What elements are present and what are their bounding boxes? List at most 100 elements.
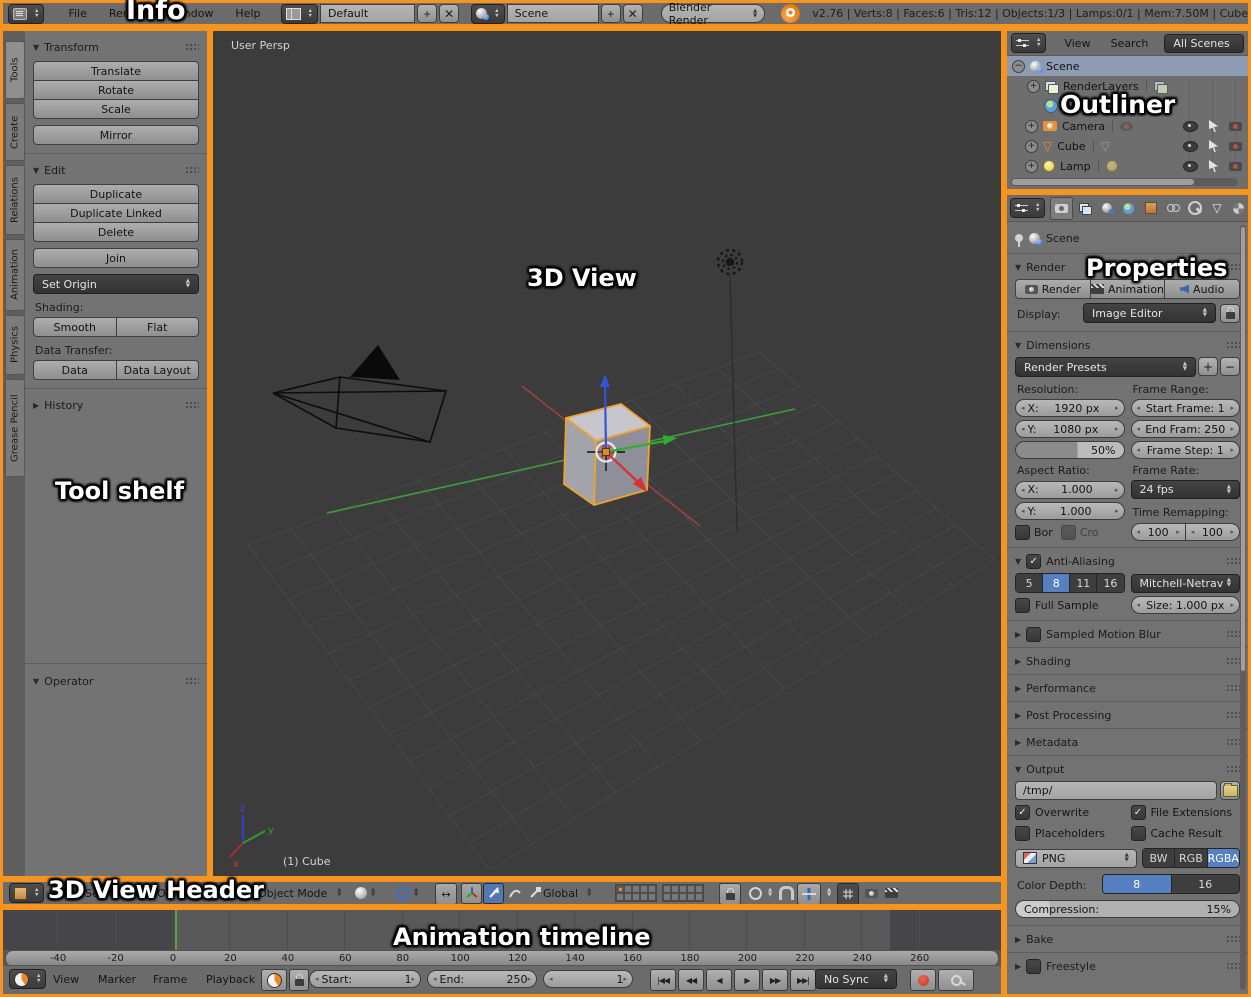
panel-drag-dots-icon[interactable]: [1226, 738, 1240, 746]
duplicate-linked-button[interactable]: Duplicate Linked: [33, 203, 199, 223]
timeline-menu-playback[interactable]: Playback: [206, 969, 255, 989]
aspect-y-field[interactable]: ◂Y: 1.000▸: [1015, 502, 1125, 520]
view3d-menu-add[interactable]: Add: [127, 883, 148, 903]
expand-icon[interactable]: +: [1025, 140, 1038, 153]
mode-select[interactable]: Object Mode ▲▼: [239, 883, 342, 903]
aa-samples-segment[interactable]: 5 8 11 16: [1015, 573, 1125, 593]
timeline-lock-button[interactable]: [289, 969, 309, 991]
aa-size-field[interactable]: ◂Size: 1.000 px▸: [1131, 596, 1241, 614]
remap-new-field[interactable]: ◂100▸: [1185, 523, 1240, 541]
outliner-row-renderlayers[interactable]: + RenderLayers: [1007, 76, 1248, 96]
pin-icon[interactable]: [1015, 234, 1023, 242]
overwrite-checkbox[interactable]: ✓ Overwrite: [1015, 805, 1125, 820]
tab-material[interactable]: [1228, 198, 1249, 219]
mirror-button[interactable]: Mirror: [33, 125, 199, 145]
depth-16[interactable]: 16: [1172, 875, 1240, 893]
tab-object-data[interactable]: ▽: [1206, 198, 1227, 219]
view3d-editor-type-button[interactable]: ▲▼: [9, 883, 44, 903]
selectability-cursor-icon[interactable]: [1209, 120, 1218, 132]
visibility-eye-icon[interactable]: [1183, 161, 1198, 172]
panel-drag-dots-icon[interactable]: [185, 401, 199, 409]
panel-header-metadata[interactable]: ▶ Metadata: [1015, 732, 1240, 752]
aa-samples-5[interactable]: 5: [1016, 574, 1043, 592]
tab-relations[interactable]: Relations: [5, 165, 25, 235]
menu-file[interactable]: File: [58, 7, 96, 20]
cache-result-checkbox[interactable]: Cache Result: [1131, 826, 1241, 841]
border-checkbox[interactable]: Bor: [1015, 525, 1053, 540]
panel-drag-dots-icon[interactable]: [1226, 962, 1240, 970]
render-restrict-camera-icon[interactable]: [1229, 162, 1242, 171]
join-button[interactable]: Join: [33, 248, 199, 268]
outliner-menu-view[interactable]: View: [1054, 37, 1100, 50]
add-screen-layout-button[interactable]: +: [417, 4, 437, 23]
outliner-menu-search[interactable]: Search: [1101, 37, 1159, 50]
render-animation-button[interactable]: Animation: [1090, 279, 1166, 299]
remove-preset-button[interactable]: −: [1220, 357, 1240, 376]
jump-to-end-button[interactable]: ▶▶|: [790, 969, 816, 991]
scene-name-field[interactable]: Scene: [507, 4, 599, 23]
opengl-render-button[interactable]: [865, 883, 878, 903]
resolution-x-field[interactable]: ◂X: 1920 px▸: [1015, 399, 1125, 417]
layer-cell-active[interactable]: [616, 885, 624, 893]
color-depth-segment[interactable]: 8 16: [1102, 874, 1240, 894]
visibility-eye-icon[interactable]: [1183, 141, 1198, 152]
region-divider[interactable]: [25, 663, 207, 664]
snap-target-updown[interactable]: ▲▼: [823, 883, 831, 903]
manipulator-scale-button[interactable]: [525, 884, 544, 903]
delete-button[interactable]: Delete: [33, 222, 199, 242]
manipulator-translate-button[interactable]: [483, 883, 504, 904]
data-transfer-layout-button[interactable]: Data Layout: [116, 360, 200, 380]
sync-mode-select[interactable]: No Sync ▲▼: [815, 969, 897, 989]
resolution-y-field[interactable]: ◂Y: 1080 px▸: [1015, 420, 1125, 438]
timeline-track[interactable]: [3, 910, 1001, 950]
keying-set-button[interactable]: [938, 969, 974, 991]
add-scene-button[interactable]: +: [601, 4, 621, 23]
panel-header-anti-aliasing[interactable]: ▼ ✓ Anti-Aliasing: [1015, 551, 1240, 571]
timeline-editor-type-button[interactable]: ▲▼: [9, 969, 46, 989]
collapse-icon[interactable]: −: [1012, 60, 1025, 73]
anti-aliasing-checkbox[interactable]: ✓: [1026, 554, 1041, 569]
viewport-canvas[interactable]: z y x: [213, 31, 1001, 876]
frame-rate-select[interactable]: 24 fps ▲▼: [1131, 480, 1241, 499]
tab-create[interactable]: Create: [5, 103, 25, 161]
transform-orientation-select[interactable]: Global ▲▼: [543, 883, 591, 903]
set-origin-select[interactable]: Set Origin ▲▼: [33, 274, 199, 294]
panel-header-motion-blur[interactable]: ▶ Sampled Motion Blur: [1015, 624, 1240, 644]
resolution-percentage-slider[interactable]: 50%: [1015, 441, 1125, 459]
layer-grid-1[interactable]: [615, 884, 657, 902]
panel-header-history[interactable]: ▶ History: [33, 395, 199, 415]
play-reverse-button[interactable]: ◀: [706, 969, 732, 991]
panel-drag-dots-icon[interactable]: [185, 43, 199, 51]
manipulator-axes-button[interactable]: [461, 883, 482, 904]
lamp-object[interactable]: [718, 250, 742, 531]
opengl-render-animation-button[interactable]: [885, 883, 898, 903]
auto-keyframe-record-button[interactable]: [910, 969, 936, 991]
panel-drag-dots-icon[interactable]: [1226, 263, 1240, 271]
display-lock-button[interactable]: [1220, 304, 1240, 323]
panel-header-post-processing[interactable]: ▶ Post Processing: [1015, 705, 1240, 725]
crop-checkbox[interactable]: Cro: [1061, 525, 1099, 540]
shade-flat-button[interactable]: Flat: [116, 317, 200, 337]
tab-constraints[interactable]: [1162, 198, 1183, 219]
menu-render[interactable]: Render: [99, 7, 158, 20]
checkbox[interactable]: [1015, 525, 1030, 540]
checkbox[interactable]: ✓: [1015, 805, 1030, 820]
depth-8[interactable]: 8: [1103, 875, 1172, 893]
show-seconds-button[interactable]: [261, 969, 287, 991]
panel-header-shading[interactable]: ▶ Shading: [1015, 651, 1240, 671]
delete-scene-button[interactable]: ✕: [623, 4, 643, 23]
panel-drag-dots-icon[interactable]: [185, 166, 199, 174]
timeline-menu-view[interactable]: View: [53, 969, 79, 989]
remap-old-field[interactable]: ◂100▸: [1131, 523, 1186, 541]
tab-render[interactable]: [1050, 197, 1073, 220]
render-presets-select[interactable]: Render Presets ▲▼: [1015, 357, 1196, 377]
render-engine-select[interactable]: Blender Render ▲▼: [661, 4, 766, 23]
checkbox[interactable]: [1015, 826, 1030, 841]
layer-grid-2[interactable]: [662, 884, 704, 902]
view3d-menu-select[interactable]: Select: [85, 883, 119, 903]
menu-help[interactable]: Help: [225, 7, 270, 20]
render-restrict-camera-icon[interactable]: [1229, 122, 1242, 131]
chec kbox[interactable]: [1015, 598, 1030, 613]
snap-element-button[interactable]: [797, 883, 821, 905]
tab-animation[interactable]: Animation: [5, 239, 25, 311]
